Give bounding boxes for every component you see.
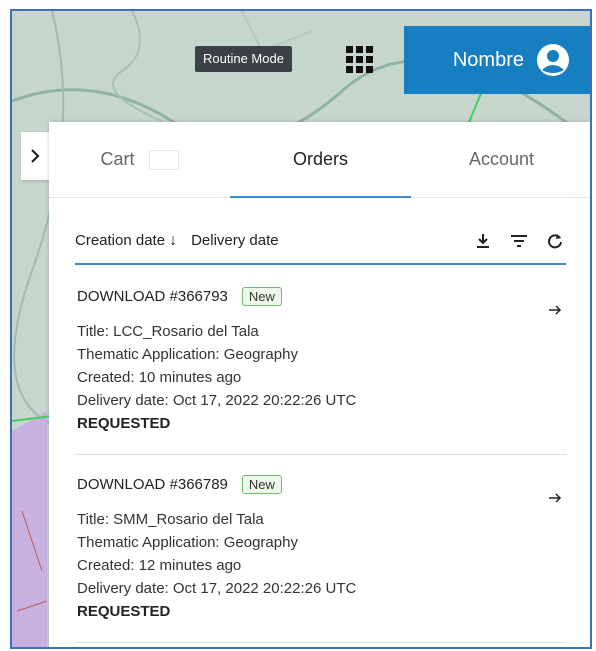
arrow-right-icon	[549, 493, 562, 503]
tab-cart[interactable]: Cart	[49, 122, 230, 197]
routine-mode-chip[interactable]: Routine Mode	[195, 46, 292, 72]
orders-toolbar: Creation date ↓ Delivery date	[75, 218, 566, 265]
order-details: Title: LCC_Rosario del Tala Thematic App…	[77, 320, 566, 435]
toolbar-actions	[472, 230, 566, 252]
open-order-button[interactable]	[548, 491, 562, 509]
refresh-icon	[548, 233, 562, 248]
order-title: Title: LCC_Rosario del Tala	[77, 323, 259, 340]
order-delivery-date: Delivery date: Oct 17, 2022 20:22:26 UTC	[77, 580, 357, 597]
new-badge: New	[241, 287, 282, 306]
orders-panel: Cart Orders Account Creation date ↓ Deliv…	[49, 122, 590, 647]
refresh-button[interactable]	[544, 230, 566, 252]
sort-delivery-date-label: Delivery date	[191, 232, 279, 249]
order-id: DOWNLOAD #366789	[77, 476, 228, 493]
filter-button[interactable]	[508, 230, 530, 252]
user-name: Nombre	[452, 48, 524, 71]
orders-list: DOWNLOAD #366793 New Title: LCC_Rosario …	[75, 267, 566, 643]
panel-tabs: Cart Orders Account	[49, 122, 590, 198]
tab-account-label: Account	[468, 149, 535, 169]
order-thematic: Thematic Application: Geography	[77, 346, 298, 363]
chevron-right-icon	[31, 149, 40, 163]
filter-icon	[511, 234, 527, 247]
order-header: DOWNLOAD #366793 New	[77, 287, 566, 306]
order-title: Title: SMM_Rosario del Tala	[77, 511, 264, 528]
user-menu-button[interactable]: Nombre	[404, 26, 590, 94]
order-id: DOWNLOAD #366793	[77, 288, 228, 305]
app-window: Routine Mode Nombre Cart Orders Account …	[10, 9, 592, 649]
sort-creation-date-label: Creation date	[75, 231, 166, 249]
arrow-down-icon: ↓	[169, 231, 178, 249]
order-created: Created: 10 minutes ago	[77, 369, 242, 386]
order-item[interactable]: DOWNLOAD #366789 New Title: SMM_Rosario …	[75, 455, 566, 643]
sort-creation-date[interactable]: Creation date ↓	[75, 232, 177, 250]
tab-account[interactable]: Account	[411, 122, 590, 197]
tab-cart-label: Cart	[100, 149, 135, 169]
order-status: REQUESTED	[77, 415, 171, 432]
apps-grid-icon	[345, 45, 373, 73]
order-header: DOWNLOAD #366789 New	[77, 475, 566, 494]
arrow-right-icon	[549, 305, 562, 315]
order-status: REQUESTED	[77, 603, 171, 620]
download-button[interactable]	[472, 230, 494, 252]
tab-orders-label: Orders	[292, 149, 348, 169]
order-details: Title: SMM_Rosario del Tala Thematic App…	[77, 508, 566, 623]
cart-count-box	[148, 149, 179, 170]
tab-orders[interactable]: Orders	[230, 122, 411, 198]
order-created: Created: 12 minutes ago	[77, 557, 242, 574]
order-delivery-date: Delivery date: Oct 17, 2022 20:22:26 UTC	[77, 392, 357, 409]
order-item[interactable]: DOWNLOAD #366793 New Title: LCC_Rosario …	[75, 267, 566, 455]
new-badge: New	[241, 475, 282, 494]
collapse-panel-button[interactable]	[21, 132, 49, 180]
order-thematic: Thematic Application: Geography	[77, 534, 298, 551]
account-circle-icon	[537, 44, 569, 76]
open-order-button[interactable]	[548, 303, 562, 321]
download-icon	[477, 233, 489, 248]
apps-grid-button[interactable]	[339, 39, 379, 79]
sort-delivery-date[interactable]: Delivery date	[191, 232, 279, 249]
